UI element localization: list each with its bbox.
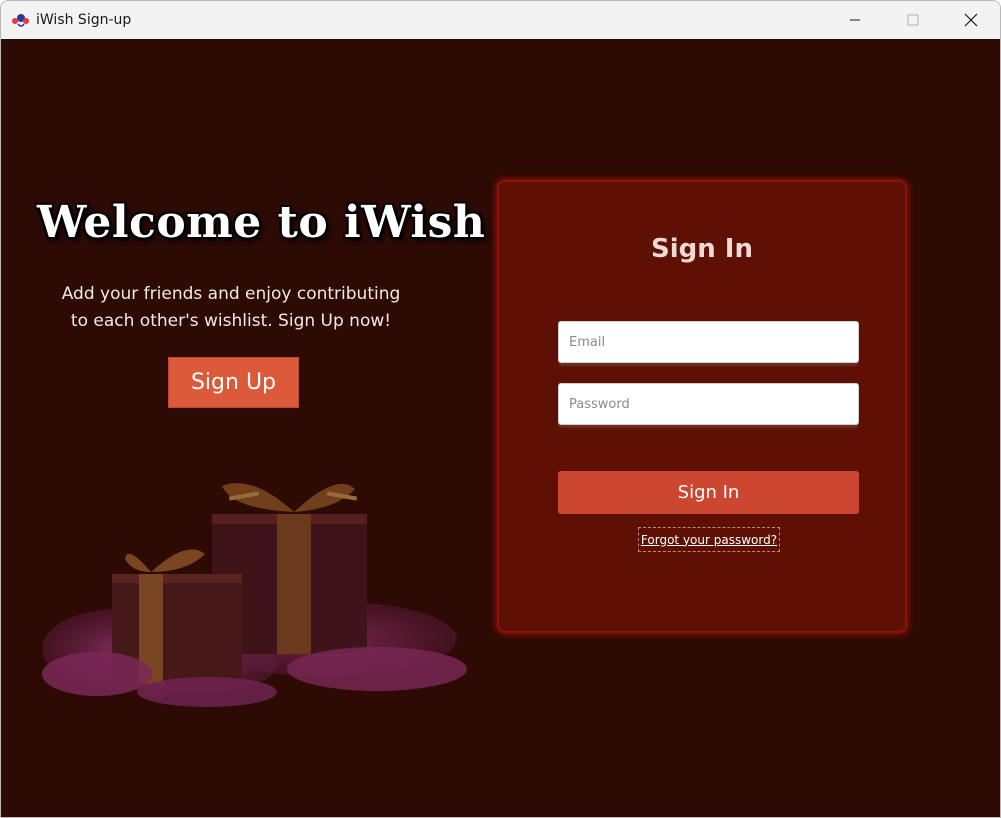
welcome-subtitle-line1: Add your friends and enjoy contributing xyxy=(61,284,401,304)
close-icon xyxy=(964,13,978,27)
sign-in-card: Sign In Sign In Forgot your password? xyxy=(497,180,907,633)
welcome-subtitle-line2: to each other's wishlist. Sign Up now! xyxy=(70,311,392,331)
password-field[interactable] xyxy=(558,383,859,425)
minimize-button[interactable] xyxy=(826,1,884,39)
window-title: iWish Sign-up xyxy=(36,12,132,28)
minimize-icon xyxy=(850,19,860,21)
gift-boxes-illustration xyxy=(42,483,467,707)
iwish-logo-icon xyxy=(11,12,31,28)
forgot-password-link[interactable]: Forgot your password? xyxy=(638,527,780,552)
title-bar[interactable]: iWish Sign-up xyxy=(1,1,1000,40)
main-content: Welcome to iWish Add your friends and en… xyxy=(1,39,1000,817)
maximize-icon xyxy=(907,14,919,26)
welcome-subtitle: Add your friends and enjoy contributing … xyxy=(31,281,431,335)
welcome-heading: Welcome to iWish xyxy=(37,197,486,248)
maximize-button[interactable] xyxy=(884,1,942,39)
window-controls xyxy=(826,1,1000,39)
sign-up-button[interactable]: Sign Up xyxy=(168,357,299,408)
close-button[interactable] xyxy=(942,1,1000,39)
email-field[interactable] xyxy=(558,321,859,363)
sign-in-title: Sign In xyxy=(651,234,753,264)
app-window: iWish Sign-up Welcome to iWish Add your … xyxy=(0,0,1001,818)
sign-in-button[interactable]: Sign In xyxy=(558,471,859,514)
